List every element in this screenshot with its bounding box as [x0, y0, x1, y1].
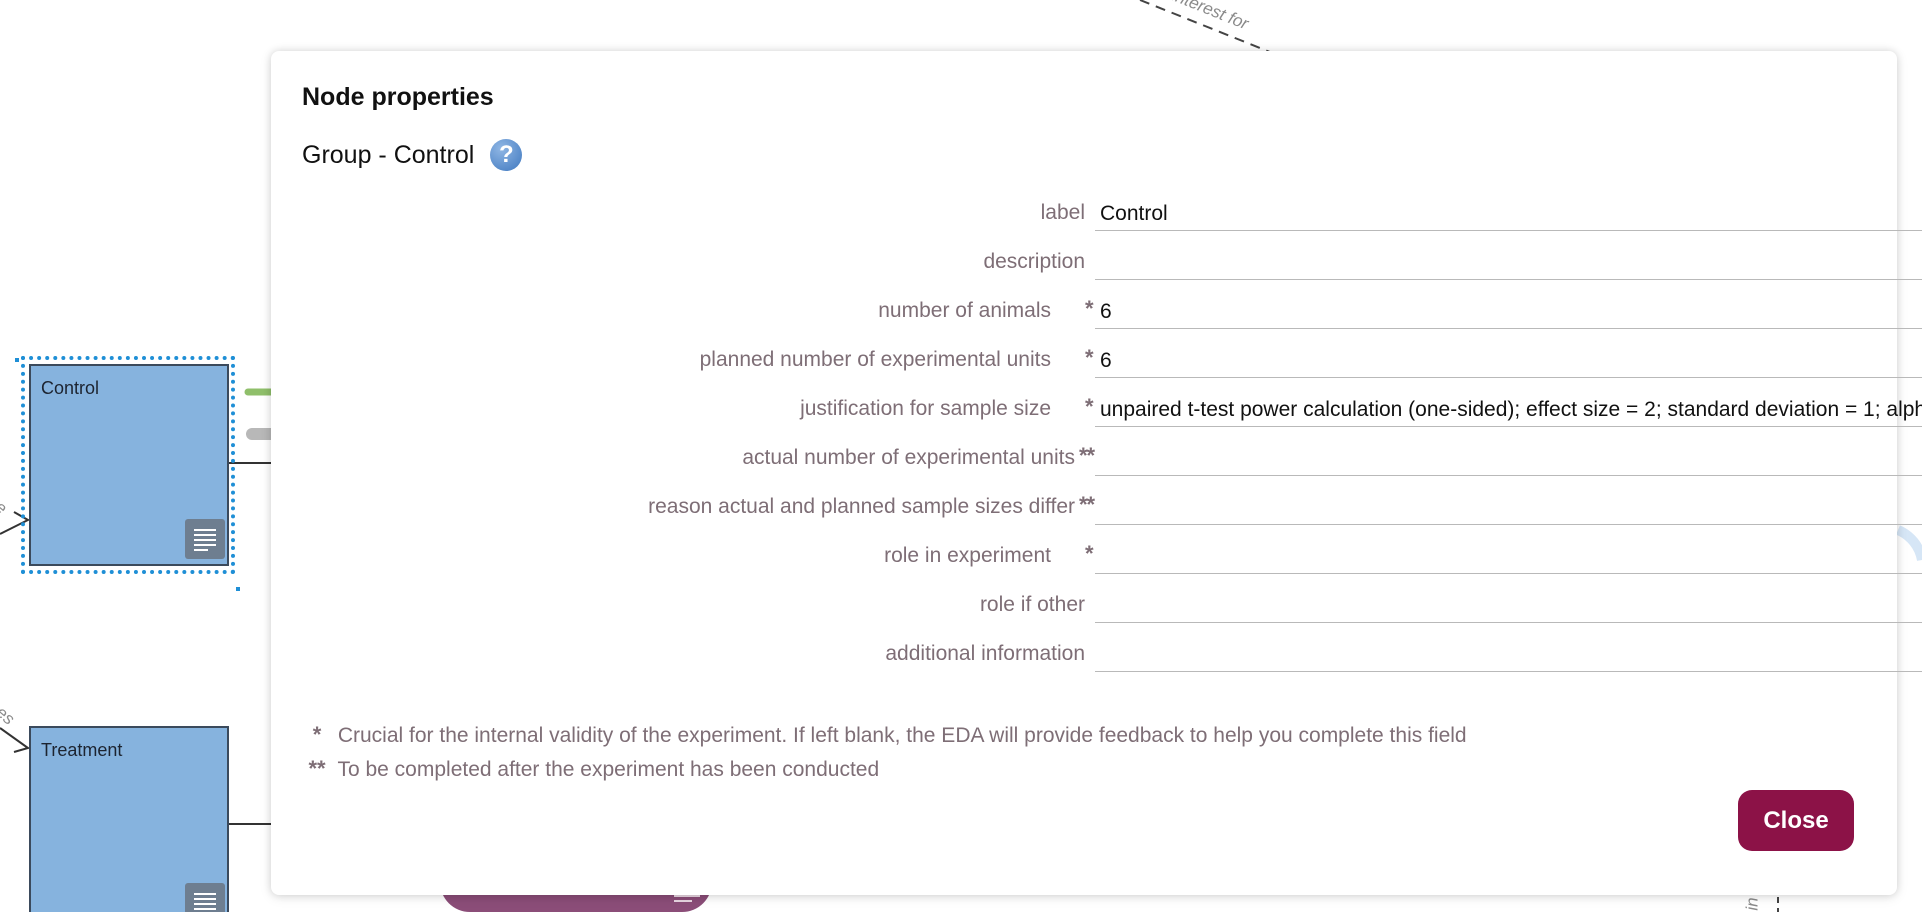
- close-button[interactable]: Close: [1738, 790, 1854, 851]
- required-marker: *: [1085, 296, 1094, 321]
- footnote-post-experiment: ** To be completed after the experiment …: [302, 756, 879, 782]
- field-row-planned-units: planned number of experimental units *: [271, 334, 1922, 382]
- group-node-treatment[interactable]: Treatment: [29, 726, 229, 912]
- field-row-description: description: [271, 236, 1922, 284]
- role-select[interactable]: ▼: [1095, 534, 1922, 574]
- field-label: role if other: [979, 593, 1085, 616]
- field-row-number-of-animals: number of animals *: [271, 285, 1922, 333]
- planned-units-input[interactable]: [1095, 338, 1922, 378]
- footnote-required: * Crucial for the internal validity of t…: [302, 722, 1467, 748]
- field-label: role in experiment: [884, 544, 1051, 567]
- footnote-text: To be completed after the experiment has…: [337, 758, 880, 781]
- label-input[interactable]: [1095, 191, 1922, 231]
- field-row-reason-differ: reason actual and planned sample sizes d…: [271, 481, 1922, 529]
- node-label: Treatment: [41, 740, 123, 760]
- required-marker: *: [1085, 345, 1094, 370]
- required-marker: *: [1085, 541, 1094, 566]
- footnote-text: Crucial for the internal validity of the…: [337, 724, 1467, 747]
- arrow-label-right-bottom: in: [1742, 897, 1762, 911]
- dialog-subtitle: Group - Control ?: [302, 139, 523, 171]
- group-node-control[interactable]: Control: [29, 364, 229, 566]
- justification-input[interactable]: [1095, 387, 1922, 427]
- help-icon[interactable]: ?: [490, 139, 523, 171]
- field-label: planned number of experimental units: [699, 348, 1051, 371]
- description-input[interactable]: [1095, 240, 1922, 280]
- field-label: actual number of experimental units: [742, 446, 1075, 469]
- field-row-role-other: role if other: [271, 579, 1922, 627]
- node-type-label: Group - Control: [302, 140, 475, 169]
- field-label: number of animals: [878, 299, 1051, 322]
- document-icon[interactable]: [185, 883, 225, 912]
- field-row-label: label: [271, 187, 1922, 235]
- footnote-mark: *: [312, 722, 322, 747]
- document-icon[interactable]: [185, 519, 225, 559]
- actual-units-input[interactable]: [1095, 436, 1922, 476]
- field-row-additional-info: additional information: [271, 628, 1922, 676]
- diagram-canvas: interest for e es in Control Treatment N…: [0, 0, 1922, 912]
- selection-handle[interactable]: [236, 587, 240, 591]
- dialog-title: Node properties: [302, 83, 494, 111]
- field-row-actual-units: actual number of experimental units **: [271, 432, 1922, 480]
- reason-differ-input[interactable]: [1095, 485, 1922, 525]
- node-label: Control: [41, 378, 100, 398]
- field-row-role: role in experiment * ▼: [271, 530, 1922, 578]
- number-of-animals-input[interactable]: [1095, 289, 1922, 329]
- field-label: justification for sample size: [800, 397, 1051, 420]
- required-marker: *: [1085, 394, 1094, 419]
- selection-handle[interactable]: [15, 358, 19, 362]
- field-label: description: [983, 250, 1085, 273]
- field-label: label: [1040, 201, 1085, 224]
- additional-info-input[interactable]: [1095, 632, 1922, 672]
- field-label: additional information: [885, 642, 1085, 665]
- field-row-justification: justification for sample size *: [271, 383, 1922, 431]
- footnote-mark: **: [308, 756, 326, 781]
- post-experiment-marker: **: [1079, 492, 1095, 517]
- post-experiment-marker: **: [1079, 443, 1095, 468]
- field-label: reason actual and planned sample sizes d…: [648, 495, 1075, 518]
- node-properties-dialog: Node properties Group - Control ? label …: [271, 51, 1922, 895]
- role-other-input[interactable]: [1095, 583, 1922, 623]
